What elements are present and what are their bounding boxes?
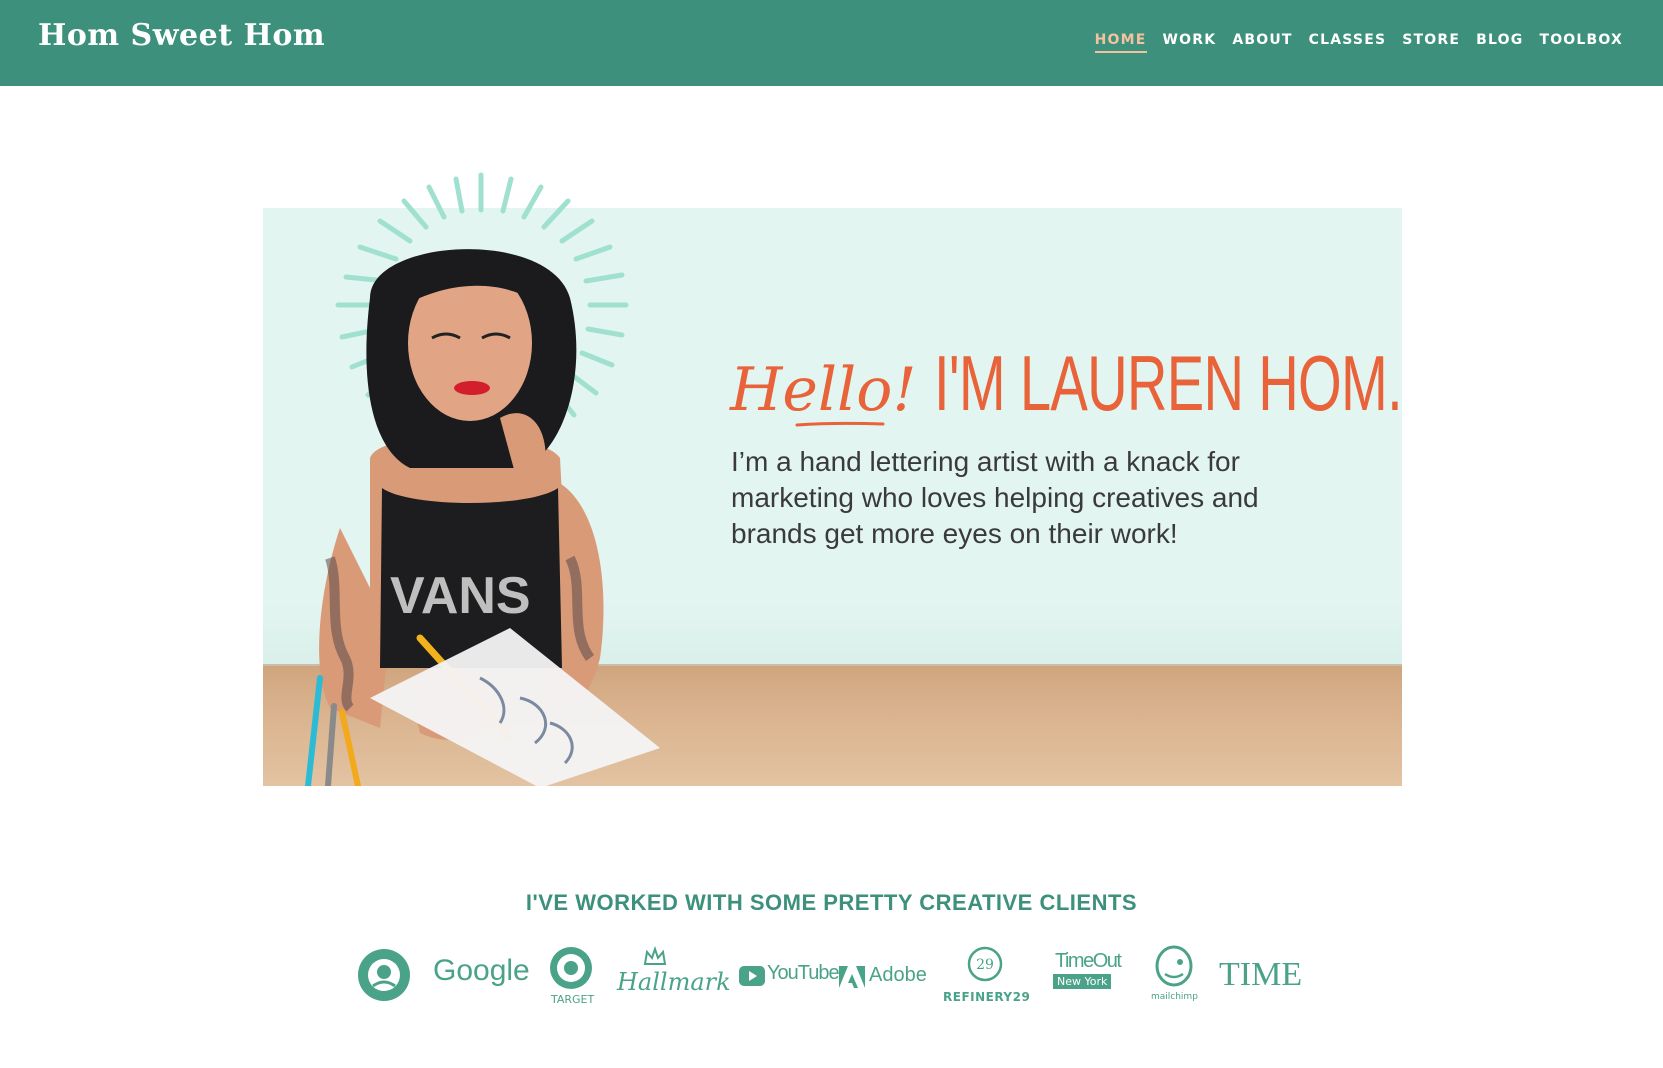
- svg-text:29: 29: [976, 957, 994, 973]
- mailchimp-label: mailchimp: [1151, 992, 1198, 1002]
- time-icon[interactable]: TIME: [1219, 956, 1302, 994]
- timeout-newyork-label: New York: [1053, 974, 1112, 989]
- google-icon[interactable]: Google: [433, 954, 530, 988]
- nav-work[interactable]: WORK: [1163, 32, 1217, 53]
- nav-about[interactable]: ABOUT: [1232, 32, 1292, 53]
- timeout-icon[interactable]: TimeOut: [1055, 950, 1122, 973]
- nav-home[interactable]: HOME: [1094, 32, 1147, 53]
- youtube-play-icon: [739, 966, 765, 986]
- shirt-text: VANS: [390, 567, 531, 625]
- clients-heading: I'VE WORKED WITH SOME PRETTY CREATIVE CL…: [525, 890, 1138, 915]
- hello-greeting: Hello!: [730, 355, 917, 425]
- site-header: Hom Sweet Hom HOME WORK ABOUT CLASSES ST…: [0, 0, 1663, 86]
- adobe-a-icon: [839, 966, 865, 988]
- adobe-icon[interactable]: Adobe: [869, 964, 927, 987]
- nav-classes[interactable]: CLASSES: [1309, 32, 1387, 53]
- site-logo[interactable]: Hom Sweet Hom: [38, 18, 325, 53]
- refinery29-icon[interactable]: 29: [967, 946, 1003, 982]
- nav-blog[interactable]: BLOG: [1476, 32, 1523, 53]
- hero-name: I'M LAUREN HOM.: [934, 339, 1403, 427]
- nav-toolbox[interactable]: TOOLBOX: [1539, 32, 1623, 53]
- mailchimp-icon[interactable]: [1153, 944, 1195, 988]
- main-nav: HOME WORK ABOUT CLASSES STORE BLOG TOOLB…: [1094, 32, 1623, 53]
- nav-store[interactable]: STORE: [1402, 32, 1460, 53]
- greeting-underline: [795, 421, 885, 427]
- target-label: TARGET: [551, 993, 595, 1006]
- target-icon[interactable]: [549, 946, 593, 990]
- client-logos: Google TARGET Hallmark YouTube Adobe 29 …: [353, 940, 1313, 1020]
- hero-tagline: I’m a hand lettering artist with a knack…: [731, 446, 1259, 549]
- refinery29-label: REFINERY29: [943, 990, 1031, 1004]
- hero-headline: Hello! I'M LAUREN HOM.: [730, 338, 1584, 428]
- hallmark-icon[interactable]: Hallmark: [617, 968, 731, 996]
- youtube-icon[interactable]: YouTube: [767, 962, 840, 985]
- hallmark-crown-icon: [643, 946, 667, 965]
- artist-portrait: VANS: [305, 249, 660, 786]
- starbucks-icon[interactable]: [357, 948, 411, 1002]
